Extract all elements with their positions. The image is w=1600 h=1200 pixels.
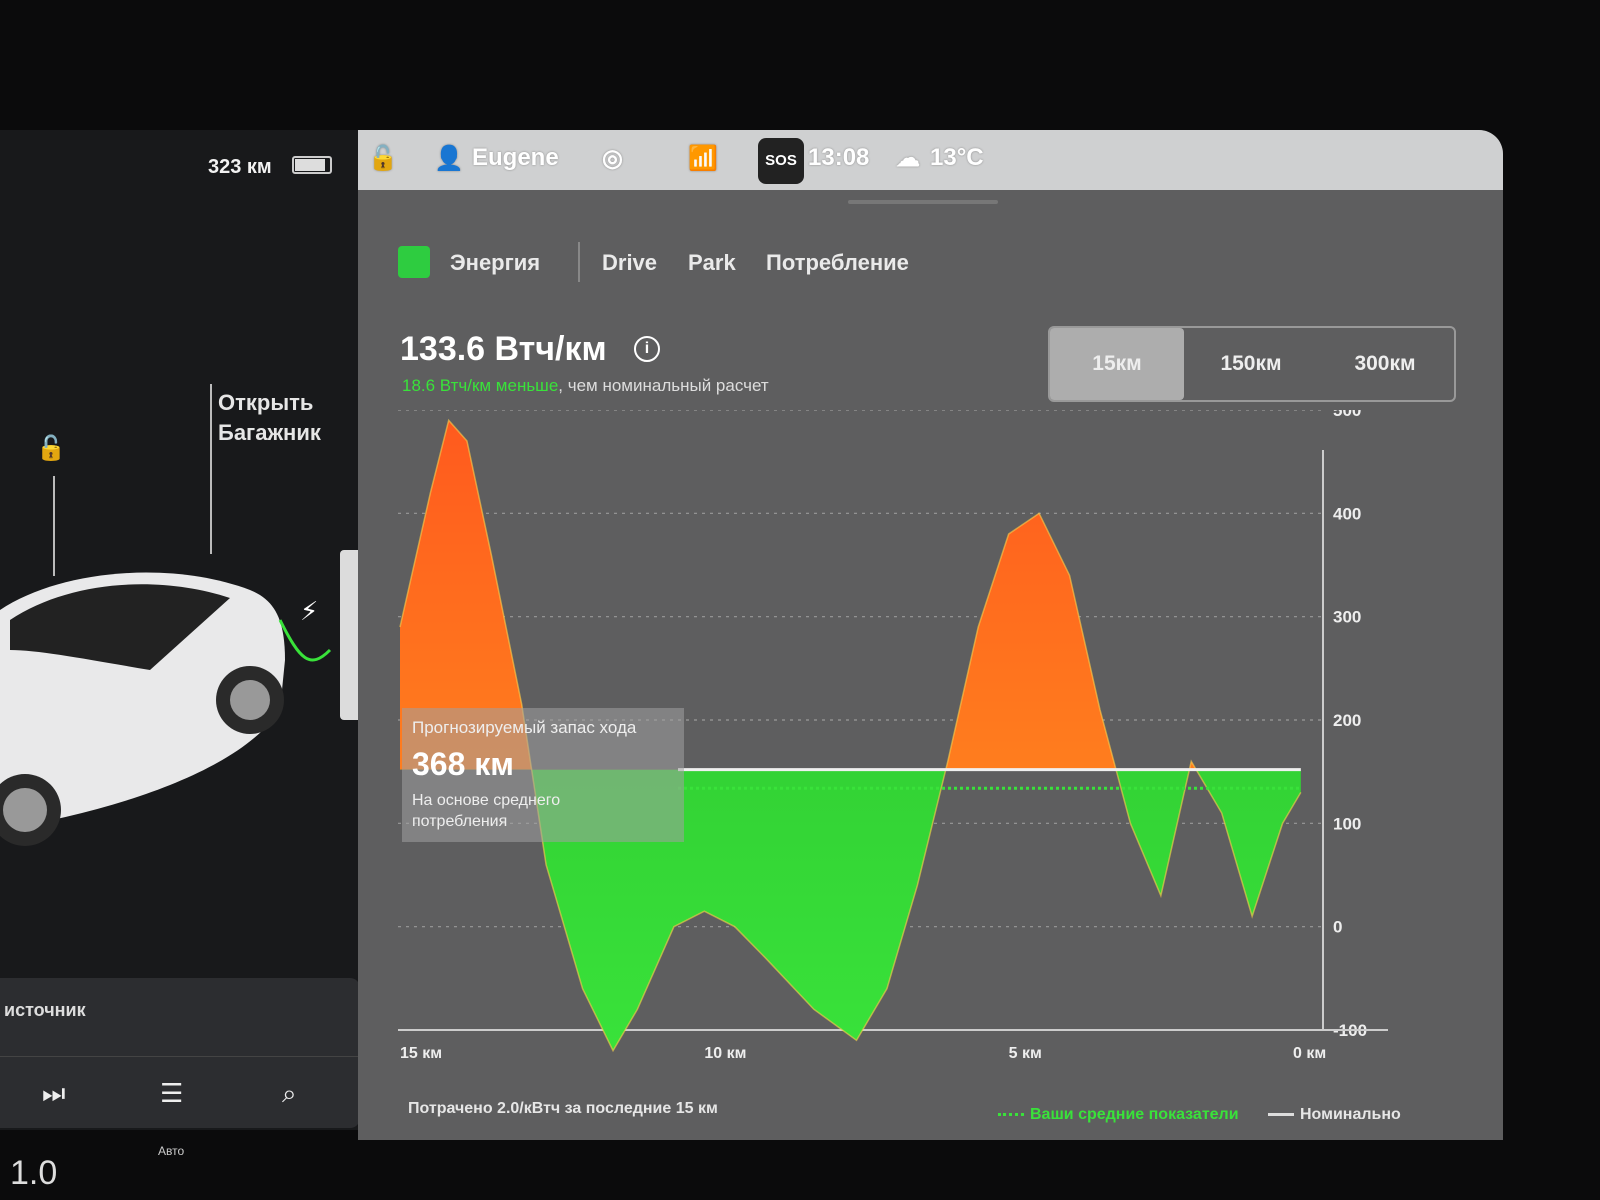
legend-nominal: Номинально [1268, 1106, 1401, 1124]
tooltip-title: Прогнозируемый запас хода [412, 718, 637, 737]
tab-park[interactable]: Park [688, 250, 736, 276]
tooltip-value: 368 км [412, 746, 514, 782]
no-signal-icon: 📶 [688, 145, 718, 172]
distance-150km-button[interactable]: 150км [1184, 328, 1318, 400]
legend-average: Ваши средние показатели [998, 1106, 1239, 1124]
tab-drive[interactable]: Drive [602, 250, 657, 276]
lock-icon[interactable]: 🔓 [368, 144, 398, 173]
frunk-lock-icon[interactable]: 🔓 [36, 434, 66, 463]
energy-spent: Потрачено 2.0/кВтч за последние 15 км [408, 1100, 718, 1117]
battery-icon [292, 156, 332, 174]
x-tick-label: 5 км [1009, 1045, 1042, 1062]
car-panel: 323 км Открыть Багажник 🔓 ⚡ источник ⏭ ☰… [0, 130, 362, 1130]
weather-icon: ☁ [896, 145, 920, 172]
legend-nominal-label: Номинально [1300, 1106, 1401, 1123]
auto-label: Авто [158, 1144, 185, 1158]
average-consumption: 133.6 Втч/км [400, 330, 607, 368]
info-icon[interactable]: i [634, 336, 660, 362]
next-icon[interactable]: ⏭ [42, 1078, 65, 1110]
bottom-dock: 1.0 Авто [0, 1140, 1600, 1200]
range-readout: 323 км [208, 156, 272, 178]
tab-consumption[interactable]: Потребление [766, 250, 909, 276]
trunk-label-2: Багажник [218, 420, 321, 445]
y-tick-label: 100 [1333, 814, 1361, 833]
charging-bolt-icon: ⚡ [300, 597, 318, 627]
y-tick-label: 200 [1333, 711, 1361, 730]
clock: 13:08 [808, 144, 870, 171]
media-player: источник ⏭ ☰ ⌕ [0, 978, 360, 1128]
sos-button[interactable]: SOS [758, 138, 804, 184]
legend-average-label: Ваши средние показатели [1030, 1106, 1239, 1123]
distance-300km-button[interactable]: 300км [1318, 328, 1452, 400]
savings-suffix: , чем номинальный расчет [558, 376, 769, 395]
range-tooltip: Прогнозируемый запас хода 368 км На осно… [402, 708, 684, 842]
y-tick-label: 300 [1333, 608, 1361, 627]
y-tick-label: 0 [1333, 918, 1342, 937]
distance-selector: 15км 150км 300км [1048, 326, 1456, 402]
equalizer-icon[interactable]: ☰ [160, 1078, 183, 1109]
car-image: ⚡ [0, 550, 362, 846]
x-tick-label: 0 км [1293, 1045, 1326, 1062]
y-tick-label: 400 [1333, 504, 1361, 523]
energy-app: 🔓 👤 Eugene ◎ 📶 SOS 13:08 ☁ 13°C Энергия … [358, 130, 1503, 1170]
x-tick-label: 15 км [400, 1045, 442, 1062]
trunk-label-1: Открыть [218, 390, 314, 415]
media-source-label[interactable]: источник [4, 1000, 86, 1021]
temperature: 13°C [930, 144, 984, 171]
status-bar: 🔓 👤 Eugene ◎ 📶 SOS 13:08 ☁ 13°C [358, 130, 1503, 190]
cabin-temp[interactable]: 1.0 [10, 1154, 57, 1193]
open-trunk-button[interactable]: Открыть Багажник [218, 388, 321, 448]
consumption-comparison: 18.6 Втч/км меньше, чем номинальный расч… [402, 376, 769, 396]
search-icon[interactable]: ⌕ [282, 1078, 297, 1110]
drag-handle[interactable] [848, 200, 998, 204]
x-tick-label: 10 км [704, 1045, 746, 1062]
energy-chart-icon [398, 246, 430, 278]
user-icon[interactable]: 👤 [434, 144, 464, 173]
savings-value: 18.6 Втч/км меньше [402, 376, 559, 395]
trunk-pointer [210, 384, 212, 554]
tooltip-note: На основе среднего потребления [412, 792, 561, 830]
tab-energy[interactable]: Энергия [450, 250, 540, 276]
distance-15km-button[interactable]: 15км [1050, 328, 1184, 400]
target-icon[interactable]: ◎ [602, 144, 623, 173]
y-tick-label: 500 [1333, 410, 1361, 420]
user-name[interactable]: Eugene [472, 144, 559, 172]
